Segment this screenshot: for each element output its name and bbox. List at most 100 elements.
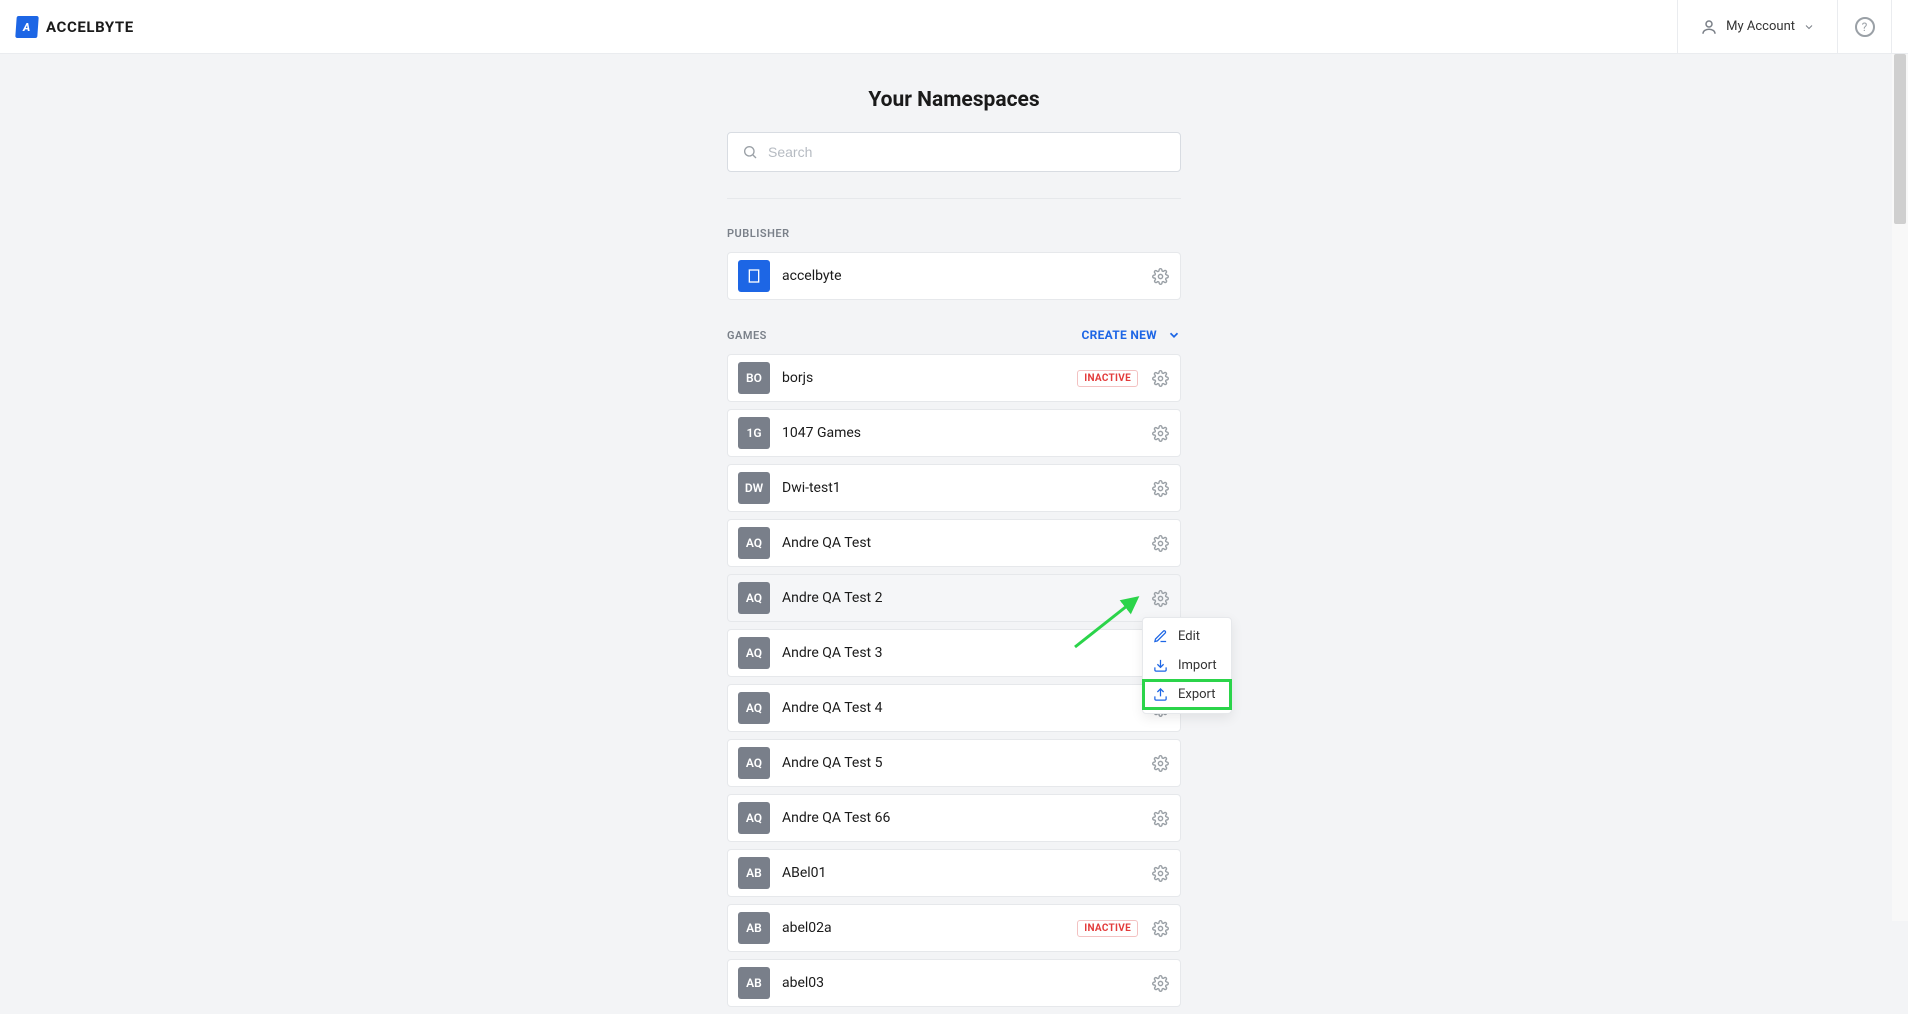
game-avatar: AQ: [738, 692, 770, 724]
game-avatar: AQ: [738, 527, 770, 559]
create-new-button[interactable]: CREATE NEW: [1081, 328, 1181, 342]
publisher-settings-button[interactable]: [1150, 266, 1170, 286]
inactive-badge: INACTIVE: [1077, 920, 1138, 937]
game-settings-button[interactable]: [1150, 808, 1170, 828]
game-name: Andre QA Test 3: [782, 645, 1138, 661]
game-name: Dwi-test1: [782, 480, 1138, 496]
game-settings-button[interactable]: EditImportExport: [1150, 588, 1170, 608]
search-input[interactable]: [768, 144, 1166, 160]
game-name: Andre QA Test 4: [782, 700, 1138, 716]
menu-item-label: Import: [1178, 658, 1217, 673]
game-name: borjs: [782, 370, 1065, 386]
game-name: Andre QA Test 5: [782, 755, 1138, 771]
game-settings-button[interactable]: [1150, 753, 1170, 773]
game-row[interactable]: AB abel02a INACTIVE: [727, 904, 1181, 952]
inactive-badge: INACTIVE: [1077, 370, 1138, 387]
gear-icon: [1152, 920, 1169, 937]
upload-icon: [1153, 687, 1168, 702]
game-name: Andre QA Test: [782, 535, 1138, 551]
header-right: My Account ?: [1677, 0, 1892, 53]
main-content: Your Namespaces PUBLISHER accelbyte: [0, 54, 1908, 1014]
game-name: ABel01: [782, 865, 1138, 881]
game-row[interactable]: AQ Andre QA Test: [727, 519, 1181, 567]
game-avatar: AQ: [738, 802, 770, 834]
menu-item-export[interactable]: Export: [1143, 680, 1231, 709]
gear-icon: [1152, 370, 1169, 387]
menu-item-import[interactable]: Import: [1143, 651, 1231, 680]
gear-icon: [1152, 480, 1169, 497]
page-title: Your Namespaces: [868, 88, 1039, 112]
app-header: A ACCELBYTE My Account ?: [0, 0, 1908, 54]
brand-logo[interactable]: A ACCELBYTE: [16, 16, 134, 38]
chevron-down-icon: [1803, 21, 1815, 33]
menu-item-label: Edit: [1178, 629, 1200, 644]
game-row[interactable]: DW Dwi-test1: [727, 464, 1181, 512]
settings-dropdown-menu: Edit Import Export: [1142, 617, 1232, 714]
game-row[interactable]: BO borjs INACTIVE: [727, 354, 1181, 402]
gear-icon: [1152, 865, 1169, 882]
gear-icon: [1152, 755, 1169, 772]
game-name: abel02a: [782, 920, 1065, 936]
publisher-row[interactable]: accelbyte: [727, 252, 1181, 300]
content-column: PUBLISHER accelbyte GAMES CREATE: [727, 132, 1181, 1014]
game-settings-button[interactable]: [1150, 533, 1170, 553]
gear-icon: [1152, 425, 1169, 442]
game-settings-button[interactable]: [1150, 863, 1170, 883]
building-icon: [746, 268, 762, 284]
game-name: Andre QA Test 66: [782, 810, 1138, 826]
edit-icon: [1153, 629, 1168, 644]
game-avatar: AB: [738, 912, 770, 944]
search-icon: [742, 144, 758, 160]
game-row[interactable]: AQ Andre QA Test 3: [727, 629, 1181, 677]
game-row[interactable]: AQ Andre QA Test 66: [727, 794, 1181, 842]
gear-icon: [1152, 535, 1169, 552]
game-avatar: AQ: [738, 747, 770, 779]
game-row[interactable]: AB ABel01: [727, 849, 1181, 897]
gear-icon: [1152, 975, 1169, 992]
user-icon: [1700, 18, 1718, 36]
game-settings-button[interactable]: [1150, 973, 1170, 993]
account-label: My Account: [1726, 19, 1795, 34]
game-settings-button[interactable]: [1150, 368, 1170, 388]
help-icon: ?: [1855, 17, 1875, 37]
game-avatar: 1G: [738, 417, 770, 449]
divider: [727, 198, 1181, 199]
game-row[interactable]: 1G 1047 Games: [727, 409, 1181, 457]
game-avatar: AB: [738, 967, 770, 999]
game-name: 1047 Games: [782, 425, 1138, 441]
game-avatar: AB: [738, 857, 770, 889]
game-settings-button[interactable]: [1150, 423, 1170, 443]
gear-icon: [1152, 590, 1169, 607]
game-settings-button[interactable]: [1150, 918, 1170, 938]
game-row[interactable]: AQ Andre QA Test 2 EditImportExport: [727, 574, 1181, 622]
game-row[interactable]: AB abel03: [727, 959, 1181, 1007]
game-avatar: BO: [738, 362, 770, 394]
chevron-down-icon: [1167, 328, 1181, 342]
section-label-games: GAMES: [727, 329, 767, 342]
search-row[interactable]: [727, 132, 1181, 172]
download-icon: [1153, 658, 1168, 673]
brand-logo-icon: A: [15, 16, 39, 38]
scrollbar[interactable]: [1892, 54, 1908, 921]
create-new-label: CREATE NEW: [1081, 328, 1157, 342]
publisher-name: accelbyte: [782, 268, 1138, 284]
menu-item-edit[interactable]: Edit: [1143, 622, 1231, 651]
help-button[interactable]: ?: [1838, 0, 1892, 53]
games-list: BO borjs INACTIVE 1G 1047 Games DW Dwi-test1…: [727, 354, 1181, 1007]
game-avatar: AQ: [738, 637, 770, 669]
game-settings-button[interactable]: [1150, 478, 1170, 498]
brand-name: ACCELBYTE: [46, 18, 134, 36]
gear-icon: [1152, 810, 1169, 827]
menu-item-label: Export: [1178, 687, 1216, 702]
game-avatar: DW: [738, 472, 770, 504]
account-menu[interactable]: My Account: [1677, 0, 1838, 53]
publisher-avatar: [738, 260, 770, 292]
game-row[interactable]: AQ Andre QA Test 5: [727, 739, 1181, 787]
games-section-header: GAMES CREATE NEW: [727, 328, 1181, 342]
section-label-publisher: PUBLISHER: [727, 227, 1181, 240]
game-avatar: AQ: [738, 582, 770, 614]
game-row[interactable]: AQ Andre QA Test 4: [727, 684, 1181, 732]
game-name: Andre QA Test 2: [782, 590, 1138, 606]
game-name: abel03: [782, 975, 1138, 991]
scrollbar-thumb[interactable]: [1894, 54, 1906, 224]
